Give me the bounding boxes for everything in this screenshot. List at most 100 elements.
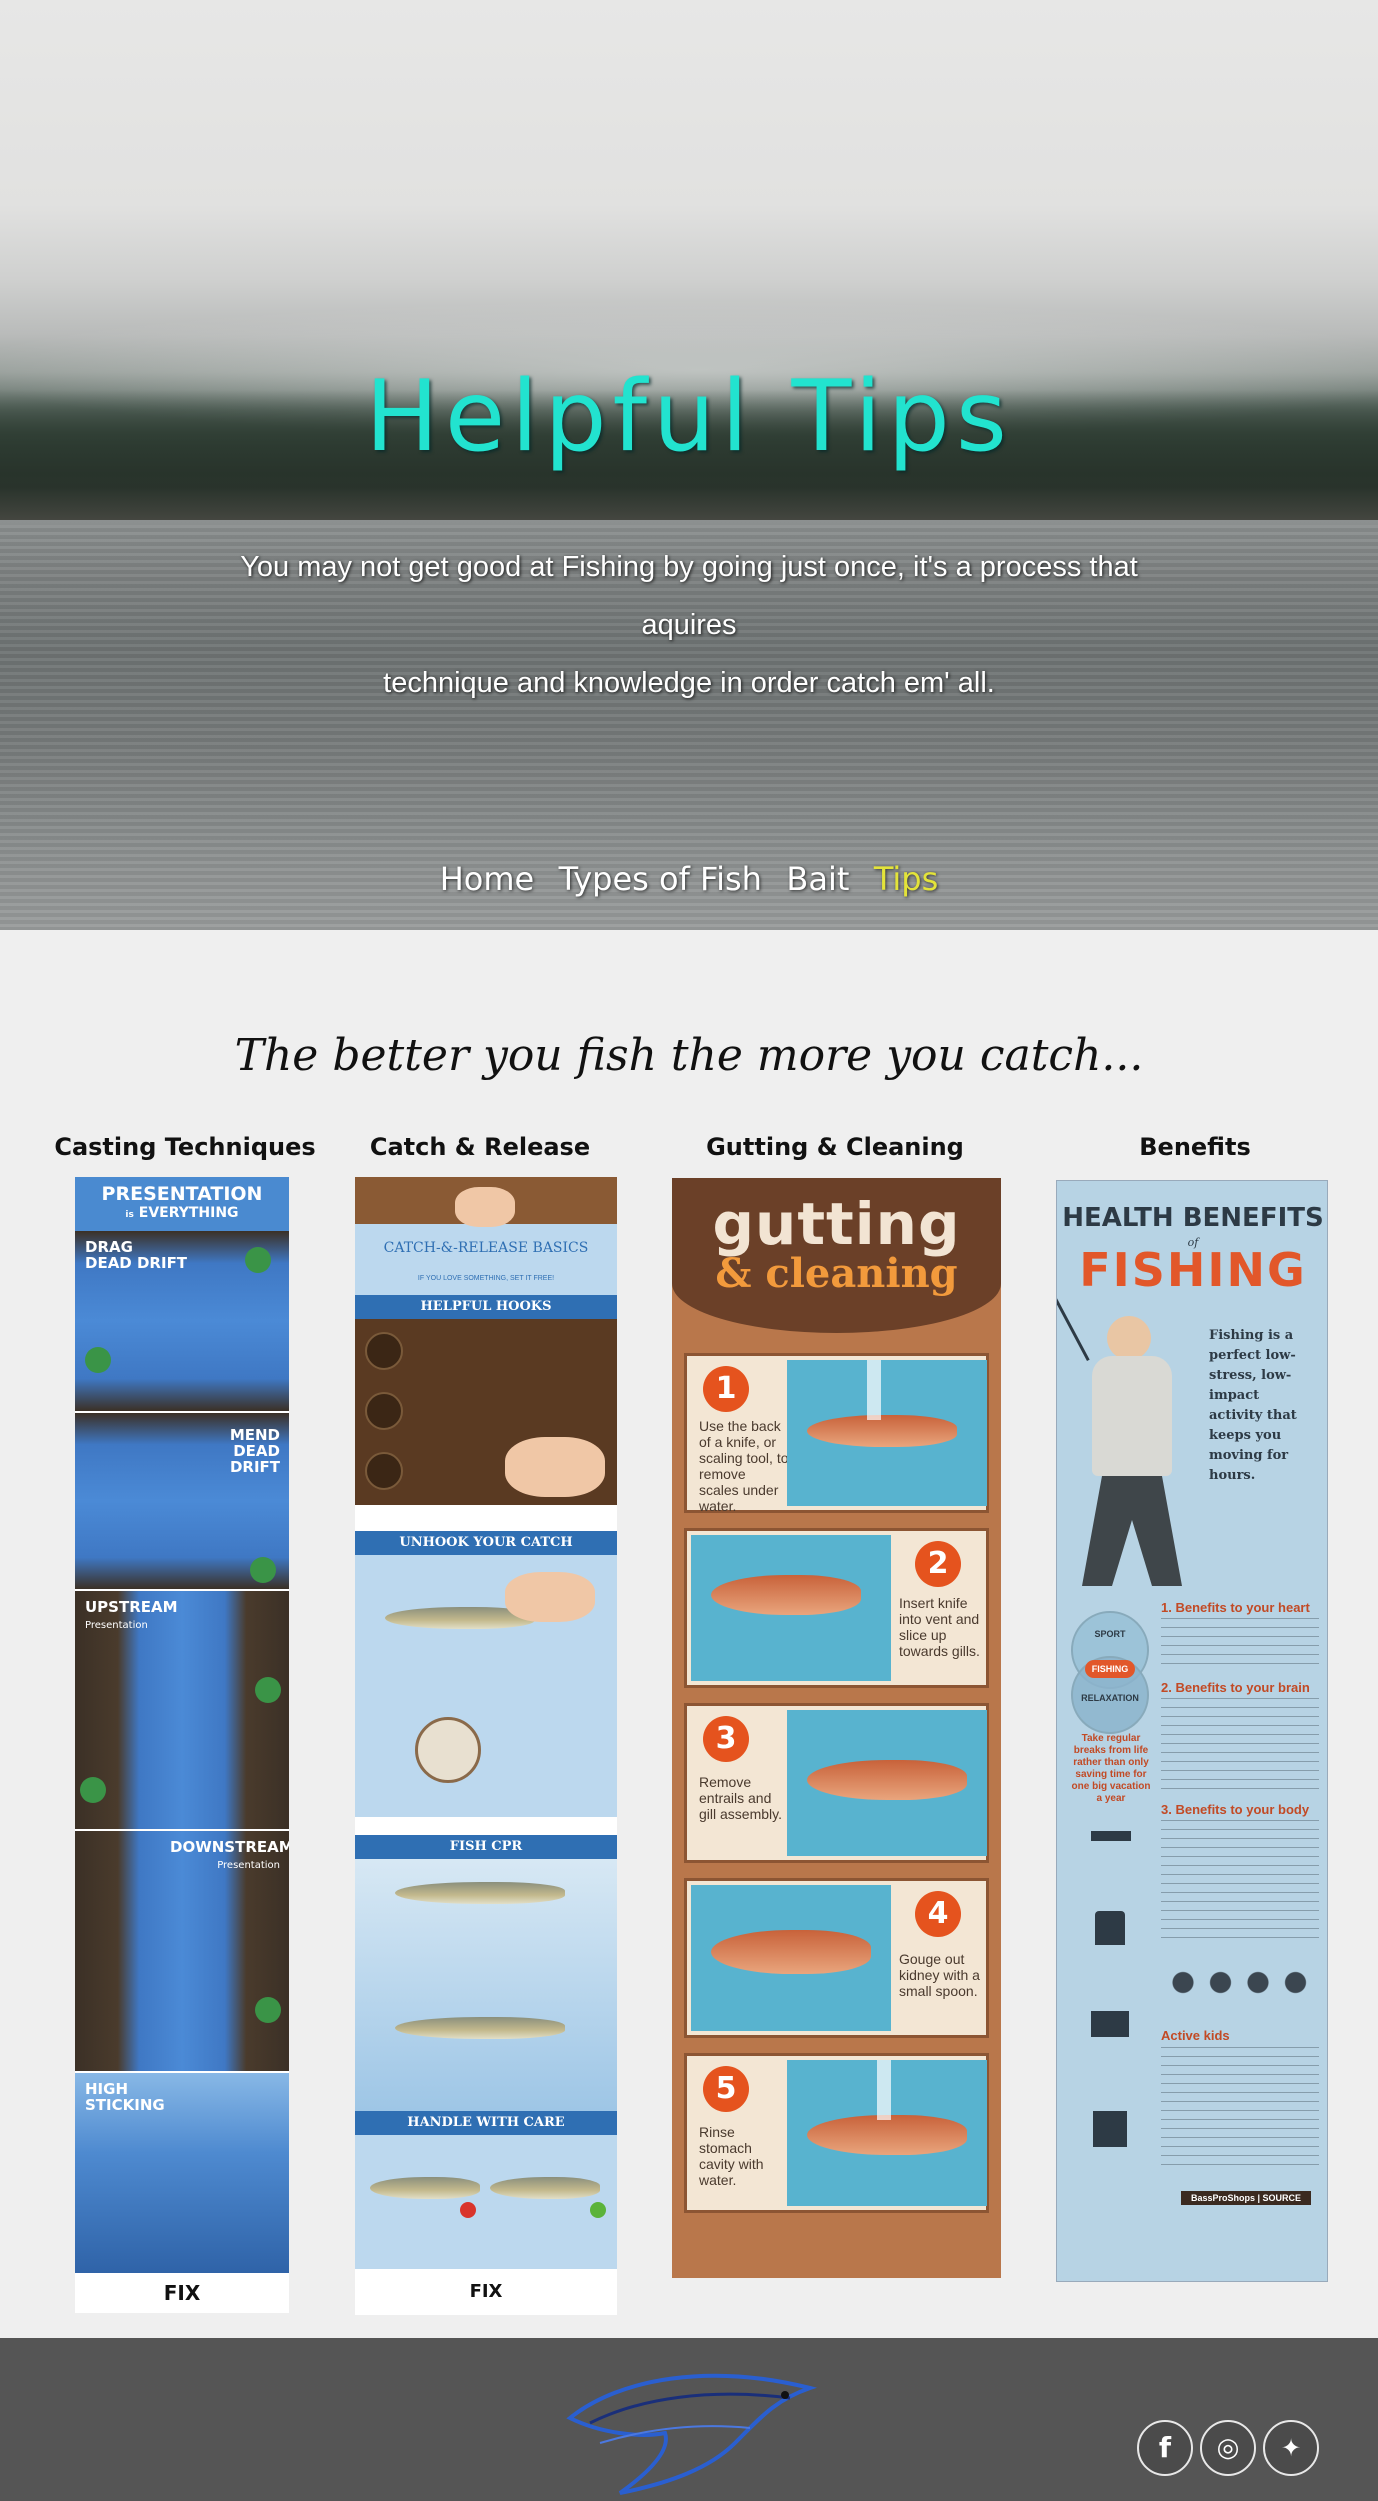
bush-icon: [250, 1557, 276, 1583]
entrails-illustration: [787, 1710, 987, 1856]
high-sticking-label: HIGH STICKING: [85, 2081, 165, 2113]
step-number: 4: [915, 1891, 961, 1937]
hero-banner: Helpful Tips You may not get good at Fis…: [0, 0, 1378, 930]
benefits-heading: HEALTH BENEFITS: [1062, 1203, 1324, 1233]
water-stream: [867, 1360, 881, 1420]
heart-benefit-text-lines: [1161, 1618, 1319, 1670]
active-kids-heading: Active kids: [1161, 2028, 1230, 2043]
catch-title: Catch & Release: [369, 1133, 591, 1161]
helpful-hooks-band: HELPFUL HOOKS: [355, 1295, 617, 1319]
kids-icon: [1165, 1971, 1315, 2017]
gutting-cleaning-infographic[interactable]: gutting & cleaning 1 Use the back of a k…: [672, 1178, 1001, 2278]
upstream-presentation-text: Presentation: [85, 1620, 148, 1631]
casting-header-is: is: [125, 1210, 134, 1220]
body-benefit-text-lines: [1161, 1820, 1319, 1940]
mend-label: MEND DEAD DRIFT: [195, 1427, 280, 1475]
health-benefits-infographic[interactable]: HEALTH BENEFITS of FISHING Fishing is a …: [1056, 1180, 1328, 2282]
facebook-icon[interactable]: f: [1137, 2420, 1193, 2476]
site-footer: [0, 2338, 1378, 2501]
dead-drift-label-text: DEAD DRIFT: [85, 1254, 188, 1272]
scaling-illustration: [787, 1360, 987, 1506]
nav-bait[interactable]: Bait: [786, 860, 849, 898]
hero-subtitle-line-2: technique and knowledge in order catch e…: [383, 667, 995, 699]
benefit-brain-heading: 2. Benefits to your brain: [1161, 1680, 1310, 1695]
step-number: 5: [703, 2066, 749, 2112]
casting-title: Casting Techniques: [54, 1133, 316, 1161]
step-text: Use the back of a knife, or scaling tool…: [699, 1418, 789, 1514]
catch-release-infographic[interactable]: CATCH-&-RELEASE BASICS IF YOU LOVE SOMET…: [355, 1177, 617, 2315]
rinse-illustration: [787, 2060, 987, 2206]
trout-illustration: [395, 1882, 565, 1904]
sticking-label-text: STICKING: [85, 2096, 165, 2114]
downstream-label-text: DOWNSTREAM: [170, 1838, 289, 1856]
fish-illustration: [807, 2115, 967, 2155]
fish-cpr-band: FISH CPR: [355, 1835, 617, 1859]
fish-illustration: [711, 1575, 861, 1615]
twitter-icon[interactable]: ✦: [1263, 2420, 1319, 2476]
chair-icon: [1095, 1911, 1125, 1945]
casting-header-line1: PRESENTATION: [101, 1183, 263, 1205]
angler-legs: [1082, 1476, 1182, 1586]
bush-icon: [80, 1777, 106, 1803]
fish-illustration: [807, 1415, 957, 1447]
bush-icon: [245, 1247, 271, 1273]
step-number: 2: [915, 1541, 961, 1587]
water-stream: [877, 2060, 891, 2120]
brain-benefit-text-lines: [1161, 1698, 1319, 1794]
nav-tips[interactable]: Tips: [874, 860, 938, 898]
benefit-body-heading: 3. Benefits to your body: [1161, 1802, 1310, 1817]
step-number: 1: [703, 1366, 749, 1412]
step-4: 4 Gouge out kidney with a small spoon.: [684, 1878, 989, 2038]
bush-icon: [85, 1347, 111, 1373]
venn-sport: SPORT: [1094, 1629, 1126, 1639]
fish-mouth-closeup: [415, 1717, 481, 1783]
gutting-word: gutting: [712, 1190, 961, 1258]
treble-hook-icon: [365, 1332, 403, 1370]
bass-pro-logo: BassProShops | SOURCE: [1181, 2191, 1311, 2205]
hero-subtitle: You may not get good at Fishing by going…: [200, 538, 1178, 712]
angler-torso: [1092, 1356, 1172, 1476]
gutting-title: Gutting & Cleaning: [706, 1133, 964, 1161]
nav-types-of-fish[interactable]: Types of Fish: [559, 860, 762, 898]
fish-illustration: [711, 1930, 871, 1974]
kidney-illustration: [691, 1885, 891, 2031]
step-3: 3 Remove entrails and gill assembly.: [684, 1703, 989, 1863]
hand-illustration: [455, 1187, 515, 1227]
step-2: 2 Insert knife into vent and slice up to…: [684, 1528, 989, 1688]
trout-illustration: [395, 2017, 565, 2039]
nav-home[interactable]: Home: [440, 860, 535, 898]
unhook-band: UNHOOK YOUR CATCH: [355, 1531, 617, 1555]
catch-banner-title: CATCH-&-RELEASE BASICS: [383, 1240, 589, 1256]
benefits-title: Benefits: [1139, 1133, 1251, 1161]
mend-drift-label-text: DEAD DRIFT: [229, 1442, 280, 1476]
step-text: Remove entrails and gill assembly.: [699, 1774, 782, 1822]
page-title: Helpful Tips: [365, 360, 1013, 474]
benefit-heart-heading: 1. Benefits to your heart: [1161, 1600, 1310, 1615]
downstream-presentation-text: Presentation: [217, 1860, 280, 1871]
microwave-icon: [1093, 2111, 1127, 2147]
instagram-icon[interactable]: ◎: [1200, 2420, 1256, 2476]
kids-benefit-text-lines: [1161, 2047, 1319, 2167]
fish-illustration: [807, 1760, 967, 1800]
dumbbell-icon: [1091, 1831, 1131, 1841]
slicing-illustration: [691, 1535, 891, 1681]
handle-care-scene: [355, 2135, 617, 2269]
benefits-callout: Take regular breaks from life rather tha…: [1071, 1733, 1151, 1804]
main-nav: Home Types of Fish Bait Tips: [0, 860, 1378, 898]
correct-check-icon: [590, 2202, 606, 2218]
benefits-fishing-heading: FISHING: [1079, 1243, 1307, 1297]
j-hook-icon: [365, 1392, 403, 1430]
handle-care-band: HANDLE WITH CARE: [355, 2111, 617, 2135]
fix-logo: FIX: [355, 2269, 617, 2315]
cleaning-word: & cleaning: [715, 1250, 958, 1297]
step-text: Gouge out kidney with a small spoon.: [899, 1951, 980, 1999]
step-text: Insert knife into vent and slice up towa…: [899, 1595, 980, 1659]
hero-subtitle-line-1: You may not get good at Fishing by going…: [240, 551, 1138, 641]
casting-header-line2: is EVERYTHING: [75, 1205, 289, 1221]
trout-illustration: [490, 2177, 600, 2199]
upstream-label-text: UPSTREAM: [85, 1598, 178, 1616]
casting-infographic[interactable]: PRESENTATION is EVERYTHING DRAG DEAD DRIF…: [75, 1177, 289, 2313]
wrong-x-icon: [460, 2202, 476, 2218]
section-tagline: The better you fish the more you catch..…: [234, 1030, 1144, 1081]
hand-illustration: [505, 1437, 605, 1497]
